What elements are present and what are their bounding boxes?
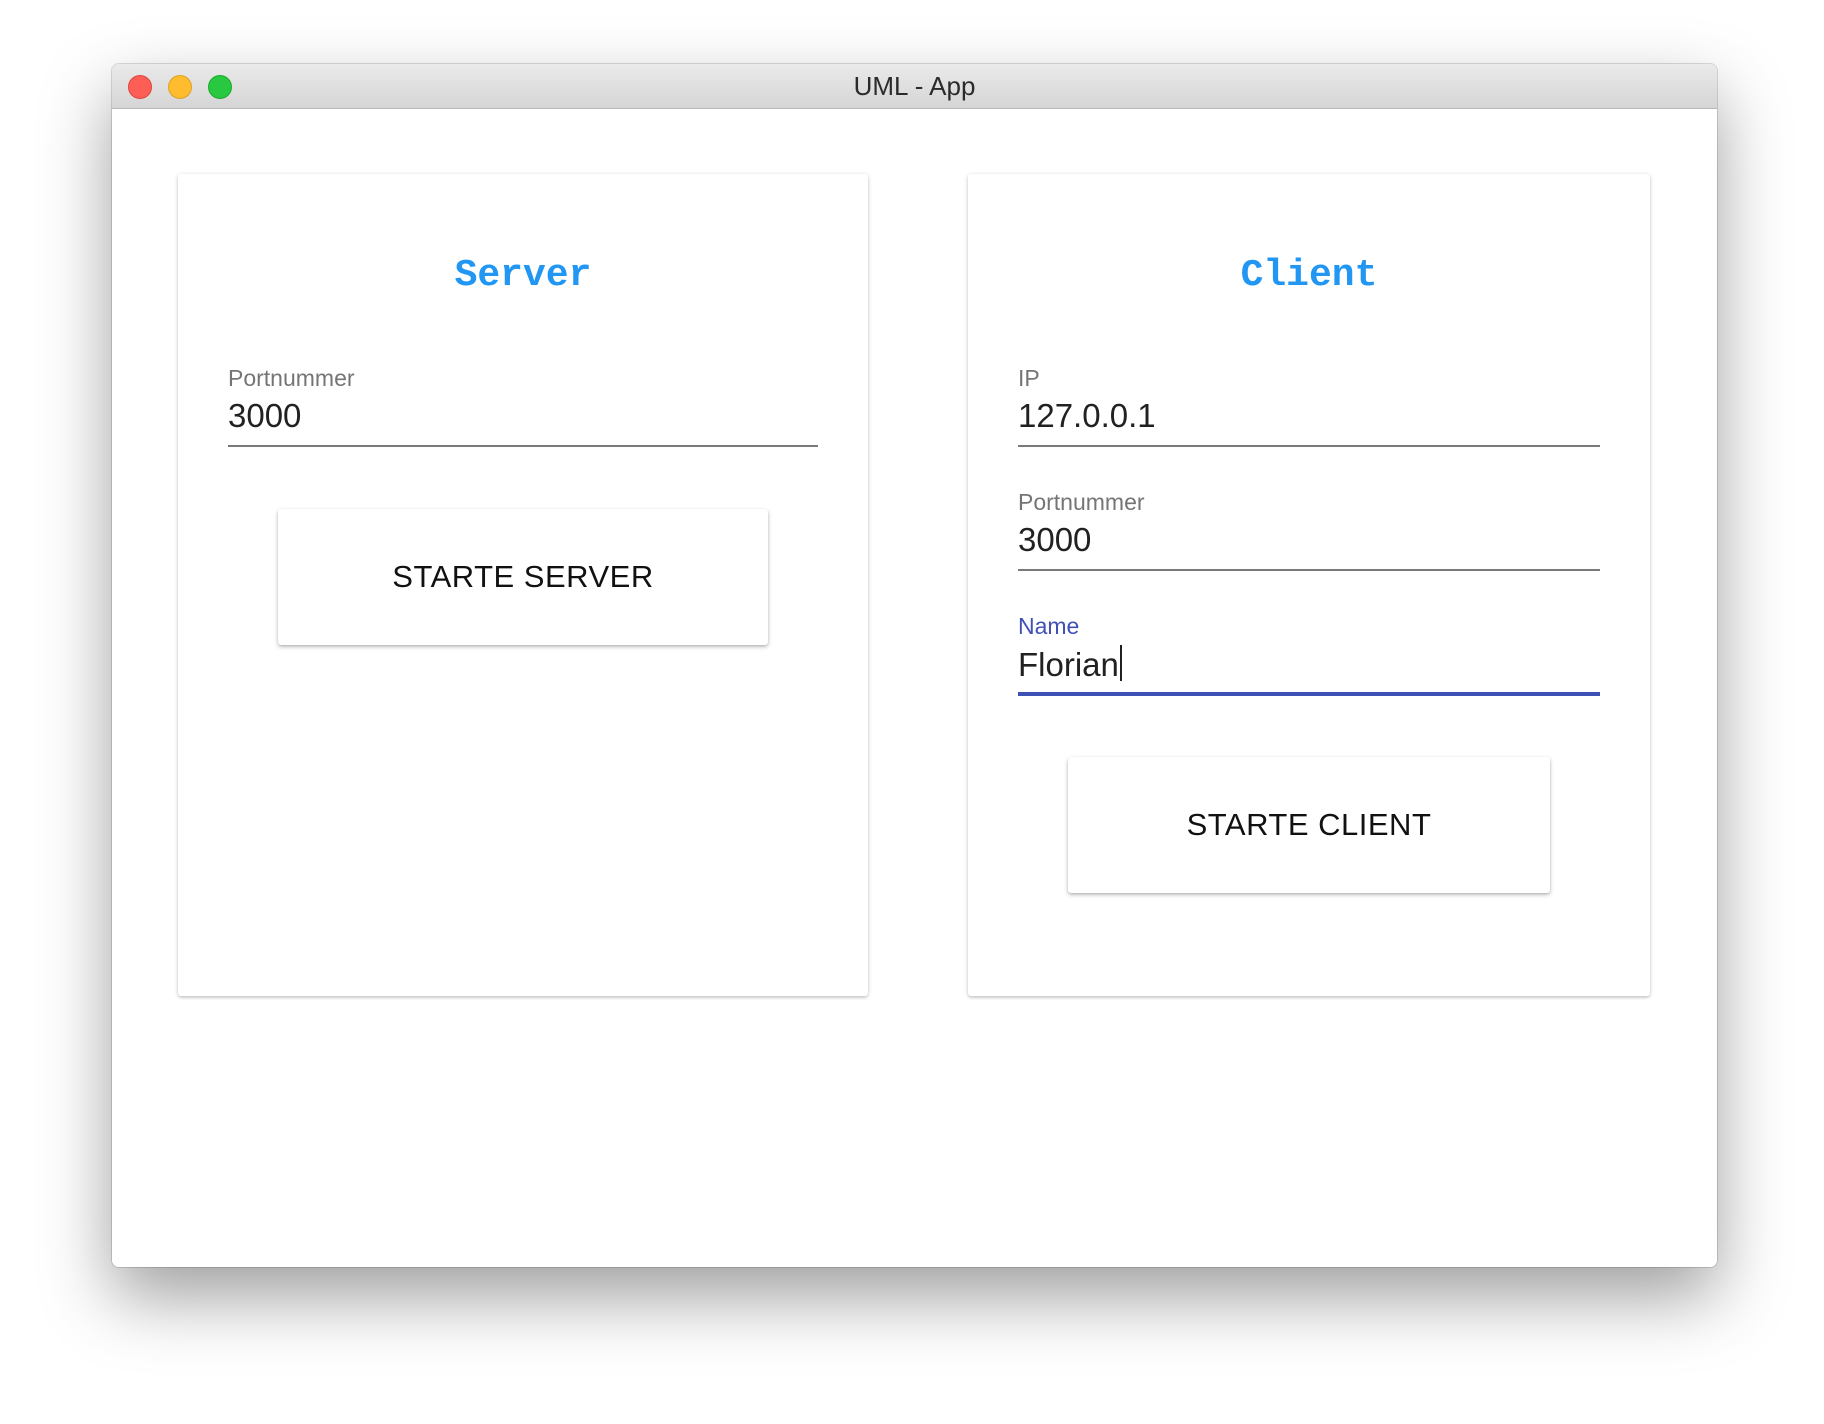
client-ip-input[interactable]: 127.0.0.1 (1018, 397, 1156, 435)
client-port-underline (1018, 569, 1600, 571)
server-port-input[interactable]: 3000 (228, 397, 301, 435)
client-ip-underline (1018, 445, 1600, 447)
client-ip-field[interactable]: IP 127.0.0.1 (1018, 365, 1600, 455)
main-content: Server Portnummer 3000 STARTE SERVER Cli… (112, 109, 1717, 1267)
client-name-field[interactable]: Name Florian (1018, 613, 1600, 703)
server-port-underline (228, 445, 818, 447)
server-card: Server Portnummer 3000 STARTE SERVER (178, 174, 868, 996)
server-heading: Server (454, 254, 592, 297)
app-window: UML - App Server Portnummer 3000 STARTE … (112, 64, 1717, 1267)
start-server-button[interactable]: STARTE SERVER (278, 509, 768, 645)
server-port-label: Portnummer (228, 365, 355, 391)
client-name-label: Name (1018, 613, 1080, 639)
server-port-field[interactable]: Portnummer 3000 (228, 365, 818, 455)
start-client-button[interactable]: STARTE CLIENT (1068, 757, 1550, 893)
client-card: Client IP 127.0.0.1 Portnummer 3000 Name… (968, 174, 1650, 996)
client-port-field[interactable]: Portnummer 3000 (1018, 489, 1600, 579)
client-port-label: Portnummer (1018, 489, 1145, 515)
client-heading: Client (1240, 254, 1378, 297)
client-name-input[interactable]: Florian (1018, 645, 1122, 684)
client-name-value: Florian (1018, 646, 1119, 683)
title-bar[interactable]: UML - App (112, 64, 1717, 109)
text-caret (1119, 645, 1122, 681)
window-title: UML - App (853, 71, 976, 101)
client-ip-label: IP (1018, 365, 1040, 391)
client-port-input[interactable]: 3000 (1018, 521, 1091, 559)
client-name-underline (1018, 692, 1600, 696)
